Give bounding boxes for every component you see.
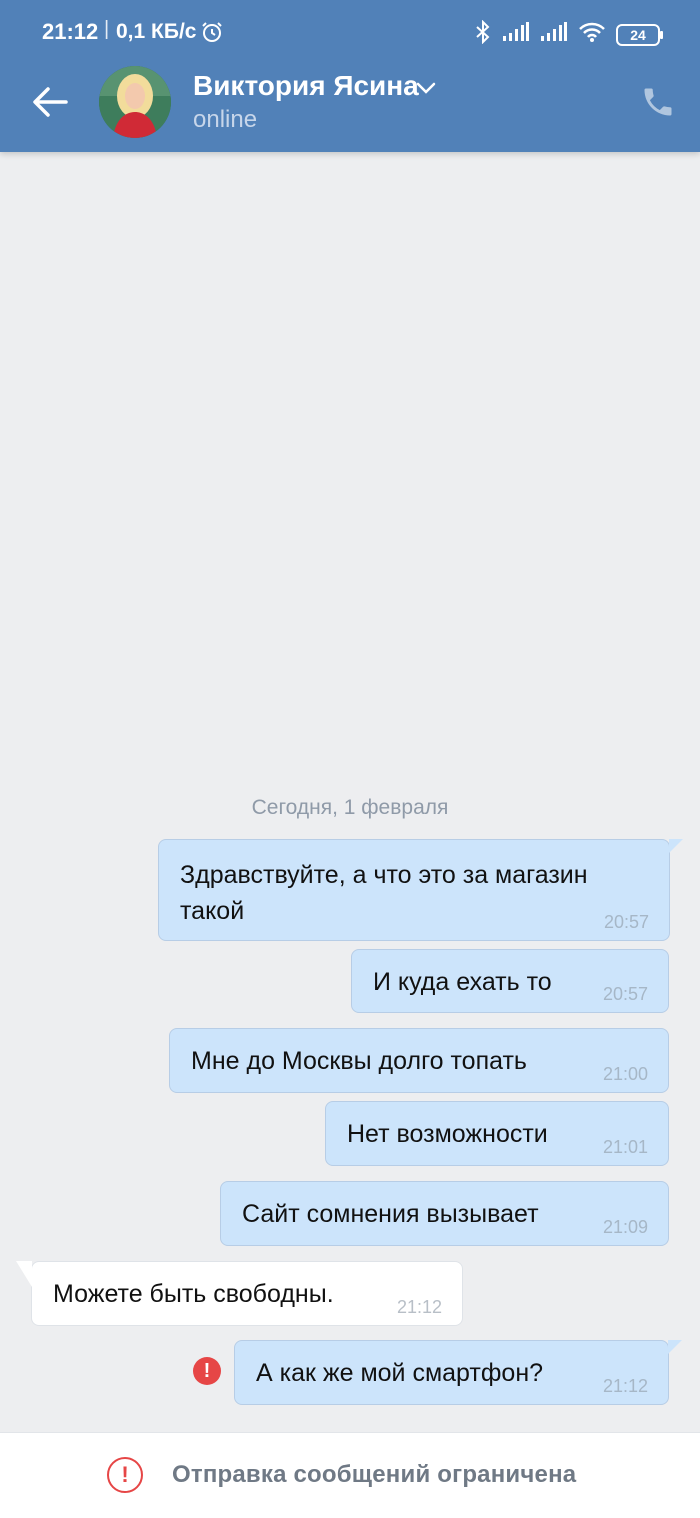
message-outgoing[interactable]: И куда ехать то 20:57 [351,949,669,1013]
chevron-down-icon[interactable] [414,80,438,101]
message-outgoing[interactable]: Мне до Москвы долго топать 21:00 [169,1028,669,1093]
message-text-line: Здравствуйте, а что это за магазин [180,861,588,889]
message-text: Мне до Москвы долго топать [191,1047,527,1075]
message-time: 21:12 [396,1297,442,1317]
phone-icon[interactable] [640,84,676,120]
message-text: Нет возможности [347,1120,548,1148]
message-outgoing-failed[interactable]: А как же мой смартфон? 21:12 [234,1340,682,1405]
status-bar: 21:12 | 0,1 КБ/с 24 [0,0,700,66]
error-icon[interactable]: ! [193,1357,221,1385]
message-incoming[interactable]: Можете быть свободны. 21:12 [16,1261,463,1326]
message-time: 20:57 [602,984,648,1004]
message-text-line: такой [180,897,245,925]
chat-header: 21:12 | 0,1 КБ/с 24 Виктория Ясина onlin… [0,0,700,152]
warning-icon: ! [107,1457,143,1493]
message-text: А как же мой смартфон? [256,1359,544,1387]
message-text: Сайт сомнения вызывает [242,1200,539,1228]
date-divider: Сегодня, 1 февраля [251,796,449,819]
restriction-text: Отправка сообщений ограничена [172,1461,577,1488]
composer-restricted-bar: ! Отправка сообщений ограничена [0,1432,700,1518]
alarm-icon [200,20,224,49]
contact-name[interactable]: Виктория Ясина [193,70,419,102]
message-time: 21:12 [602,1376,648,1396]
message-time: 21:00 [602,1064,648,1084]
battery-icon: 24 [616,23,663,46]
bluetooth-icon [474,19,492,49]
status-indicators: 24 [474,19,663,49]
message-time: 21:01 [602,1137,648,1157]
bubble-tail [669,839,683,853]
message-text: Можете быть свободны. [53,1280,334,1308]
message-outgoing[interactable]: Сайт сомнения вызывает 21:09 [220,1181,669,1246]
avatar[interactable] [99,66,171,138]
status-time: 21:12 [42,19,99,44]
network-speed: 0,1 КБ/с [116,20,197,43]
status-separator: | [104,18,110,40]
message-time: 20:57 [603,912,649,932]
bubble-tail [668,1340,682,1354]
back-button[interactable] [30,84,70,120]
message-text: Здравствуйте, а что это за магазин такой [180,857,588,929]
message-outgoing[interactable]: Нет возможности 21:01 [325,1101,669,1166]
message-outgoing[interactable]: Здравствуйте, а что это за магазин такой… [158,839,683,941]
message-time: 21:09 [602,1217,648,1237]
signal-icon-2 [540,22,568,47]
contact-status: online [193,106,258,133]
message-text: И куда ехать то [373,968,552,996]
signal-icon [502,22,530,47]
wifi-icon [578,21,606,48]
bubble-tail [16,1261,32,1287]
